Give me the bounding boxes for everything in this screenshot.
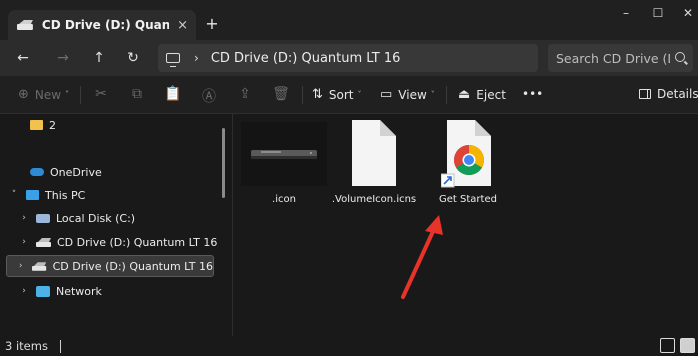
search-input[interactable]: Search CD Drive (D:) bbox=[556, 51, 670, 66]
new-label: New bbox=[34, 87, 62, 102]
details-button[interactable]: Details bbox=[639, 87, 698, 101]
chevron-down-icon: ˅ bbox=[430, 90, 435, 99]
tab-cd-drive[interactable]: CD Drive (D:) Quantum LT × bbox=[8, 10, 196, 40]
file-item-volumeicon[interactable]: .VolumeIcon.icns bbox=[331, 118, 417, 210]
status-divider bbox=[60, 340, 61, 353]
address-bar[interactable]: › CD Drive (D:) Quantum LT 16 bbox=[158, 44, 538, 72]
more-options-button[interactable]: ••• bbox=[522, 87, 543, 101]
up-button[interactable]: ↑ bbox=[90, 49, 108, 67]
details-view-button[interactable] bbox=[660, 338, 675, 353]
status-bar: 3 items bbox=[0, 336, 698, 356]
close-window-button[interactable]: ✕ bbox=[680, 6, 696, 20]
plus-circle-icon: ⊕ bbox=[18, 87, 29, 102]
divider bbox=[80, 86, 81, 104]
sidebar-item-network[interactable]: › Network bbox=[18, 280, 102, 302]
chevron-right-icon[interactable]: › bbox=[15, 261, 26, 271]
computer-icon bbox=[166, 53, 180, 67]
view-label: View bbox=[398, 87, 427, 102]
paste-icon[interactable]: 📋 bbox=[164, 86, 182, 102]
new-button[interactable]: ⊕ New ˅ bbox=[18, 87, 69, 102]
file-name: .VolumeIcon.icns bbox=[331, 194, 417, 205]
navigation-bar: ← → ↑ ↻ › CD Drive (D:) Quantum LT 16 Se… bbox=[0, 40, 698, 76]
details-pane-icon bbox=[639, 89, 651, 99]
close-tab-button[interactable]: × bbox=[177, 18, 188, 33]
sidebar-item-label: Network bbox=[56, 284, 102, 298]
eject-icon: ⏏ bbox=[458, 87, 471, 102]
divider bbox=[446, 86, 447, 104]
search-icon bbox=[675, 52, 685, 62]
sidebar-item-label: CD Drive (D:) Quantum LT 16 bbox=[52, 259, 213, 273]
sort-icon: ⇅ bbox=[312, 87, 323, 102]
cd-drive-icon bbox=[32, 261, 47, 271]
view-button[interactable]: ▭ View ˅ bbox=[380, 87, 435, 102]
chevron-right-icon[interactable]: › bbox=[18, 286, 30, 296]
onedrive-icon bbox=[30, 168, 44, 176]
sidebar-item-local-disk[interactable]: › Local Disk (C:) bbox=[18, 207, 135, 229]
item-count: 3 items bbox=[5, 339, 48, 353]
network-icon bbox=[36, 285, 50, 297]
large-icons-view-button[interactable] bbox=[680, 338, 695, 353]
chevron-right-icon[interactable]: › bbox=[18, 237, 30, 247]
file-list: .icon .VolumeIcon.icns Get Started bbox=[233, 114, 698, 336]
sidebar-item-label: Local Disk (C:) bbox=[56, 211, 136, 225]
refresh-button[interactable]: ↻ bbox=[124, 49, 142, 67]
share-icon[interactable]: ⇪ bbox=[236, 86, 254, 102]
new-tab-button[interactable]: + bbox=[204, 14, 220, 33]
back-button[interactable]: ← bbox=[14, 49, 32, 67]
sidebar-item-folder-2[interactable]: 2 bbox=[30, 114, 56, 136]
sidebar-item-label: 2 bbox=[49, 118, 56, 132]
minimize-button[interactable]: – bbox=[618, 6, 634, 20]
sidebar-item-this-pc[interactable]: ˅ This PC bbox=[8, 184, 86, 206]
sort-button[interactable]: ⇅ Sort ˅ bbox=[312, 87, 362, 102]
delete-icon[interactable]: 🗑 bbox=[272, 86, 290, 102]
file-item-get-started[interactable]: Get Started bbox=[425, 118, 511, 210]
details-label: Details bbox=[657, 87, 698, 101]
sidebar-item-label: OneDrive bbox=[50, 165, 102, 179]
chrome-shortcut-icon bbox=[441, 120, 491, 188]
chevron-right-icon: › bbox=[194, 51, 199, 65]
tab-title: CD Drive (D:) Quantum LT bbox=[41, 18, 170, 32]
command-bar: ⊕ New ˅ ✂ ⧉ 📋 Ⓐ ⇪ 🗑 ⇅ Sort ˅ ▭ View ˅ ⏏ … bbox=[0, 76, 698, 114]
sidebar-item-label: This PC bbox=[45, 188, 86, 202]
sidebar-item-cd-drive[interactable]: › CD Drive (D:) Quantum LT 16 bbox=[18, 231, 217, 253]
rename-icon[interactable]: Ⓐ bbox=[200, 86, 218, 106]
maximize-button[interactable]: ☐ bbox=[650, 6, 666, 20]
view-icon: ▭ bbox=[380, 87, 393, 102]
sidebar-item-onedrive[interactable]: OneDrive bbox=[30, 161, 102, 183]
chevron-down-icon: ˅ bbox=[65, 90, 70, 99]
eject-button[interactable]: ⏏ Eject bbox=[458, 87, 506, 102]
cut-icon[interactable]: ✂ bbox=[92, 86, 110, 102]
chevron-down-icon[interactable]: ˅ bbox=[8, 190, 20, 200]
search-box[interactable]: Search CD Drive (D:) bbox=[548, 44, 693, 72]
sidebar-scrollbar[interactable] bbox=[222, 128, 225, 198]
file-name: Get Started bbox=[439, 194, 497, 205]
copy-icon[interactable]: ⧉ bbox=[128, 86, 146, 102]
this-pc-icon bbox=[26, 190, 39, 200]
blank-document-icon bbox=[352, 120, 396, 186]
chevron-down-icon: ˅ bbox=[357, 90, 362, 99]
annotation-arrow bbox=[401, 215, 443, 299]
local-disk-icon bbox=[36, 213, 50, 223]
cd-drive-icon bbox=[36, 237, 51, 247]
eject-label: Eject bbox=[476, 87, 506, 102]
file-name: .icon bbox=[272, 194, 296, 205]
folder-icon bbox=[30, 120, 43, 130]
sidebar-item-cd-drive-selected[interactable]: › CD Drive (D:) Quantum LT 16 bbox=[6, 255, 214, 277]
cd-drive-icon bbox=[16, 20, 33, 30]
more-options-icon: ••• bbox=[522, 87, 544, 101]
navigation-pane: 2 OneDrive ˅ This PC › Local Disk (C:) ›… bbox=[0, 114, 232, 336]
address-path: CD Drive (D:) Quantum LT 16 bbox=[210, 50, 401, 66]
file-item-icon[interactable]: .icon bbox=[241, 118, 327, 210]
drive-thumbnail-icon bbox=[241, 122, 327, 186]
forward-button[interactable]: → bbox=[54, 49, 72, 67]
sidebar-item-label: CD Drive (D:) Quantum LT 16 bbox=[57, 235, 218, 249]
chevron-right-icon[interactable]: › bbox=[18, 213, 30, 223]
sort-label: Sort bbox=[328, 87, 354, 102]
divider bbox=[302, 86, 303, 104]
title-bar: CD Drive (D:) Quantum LT × + – ☐ ✕ bbox=[0, 0, 698, 40]
